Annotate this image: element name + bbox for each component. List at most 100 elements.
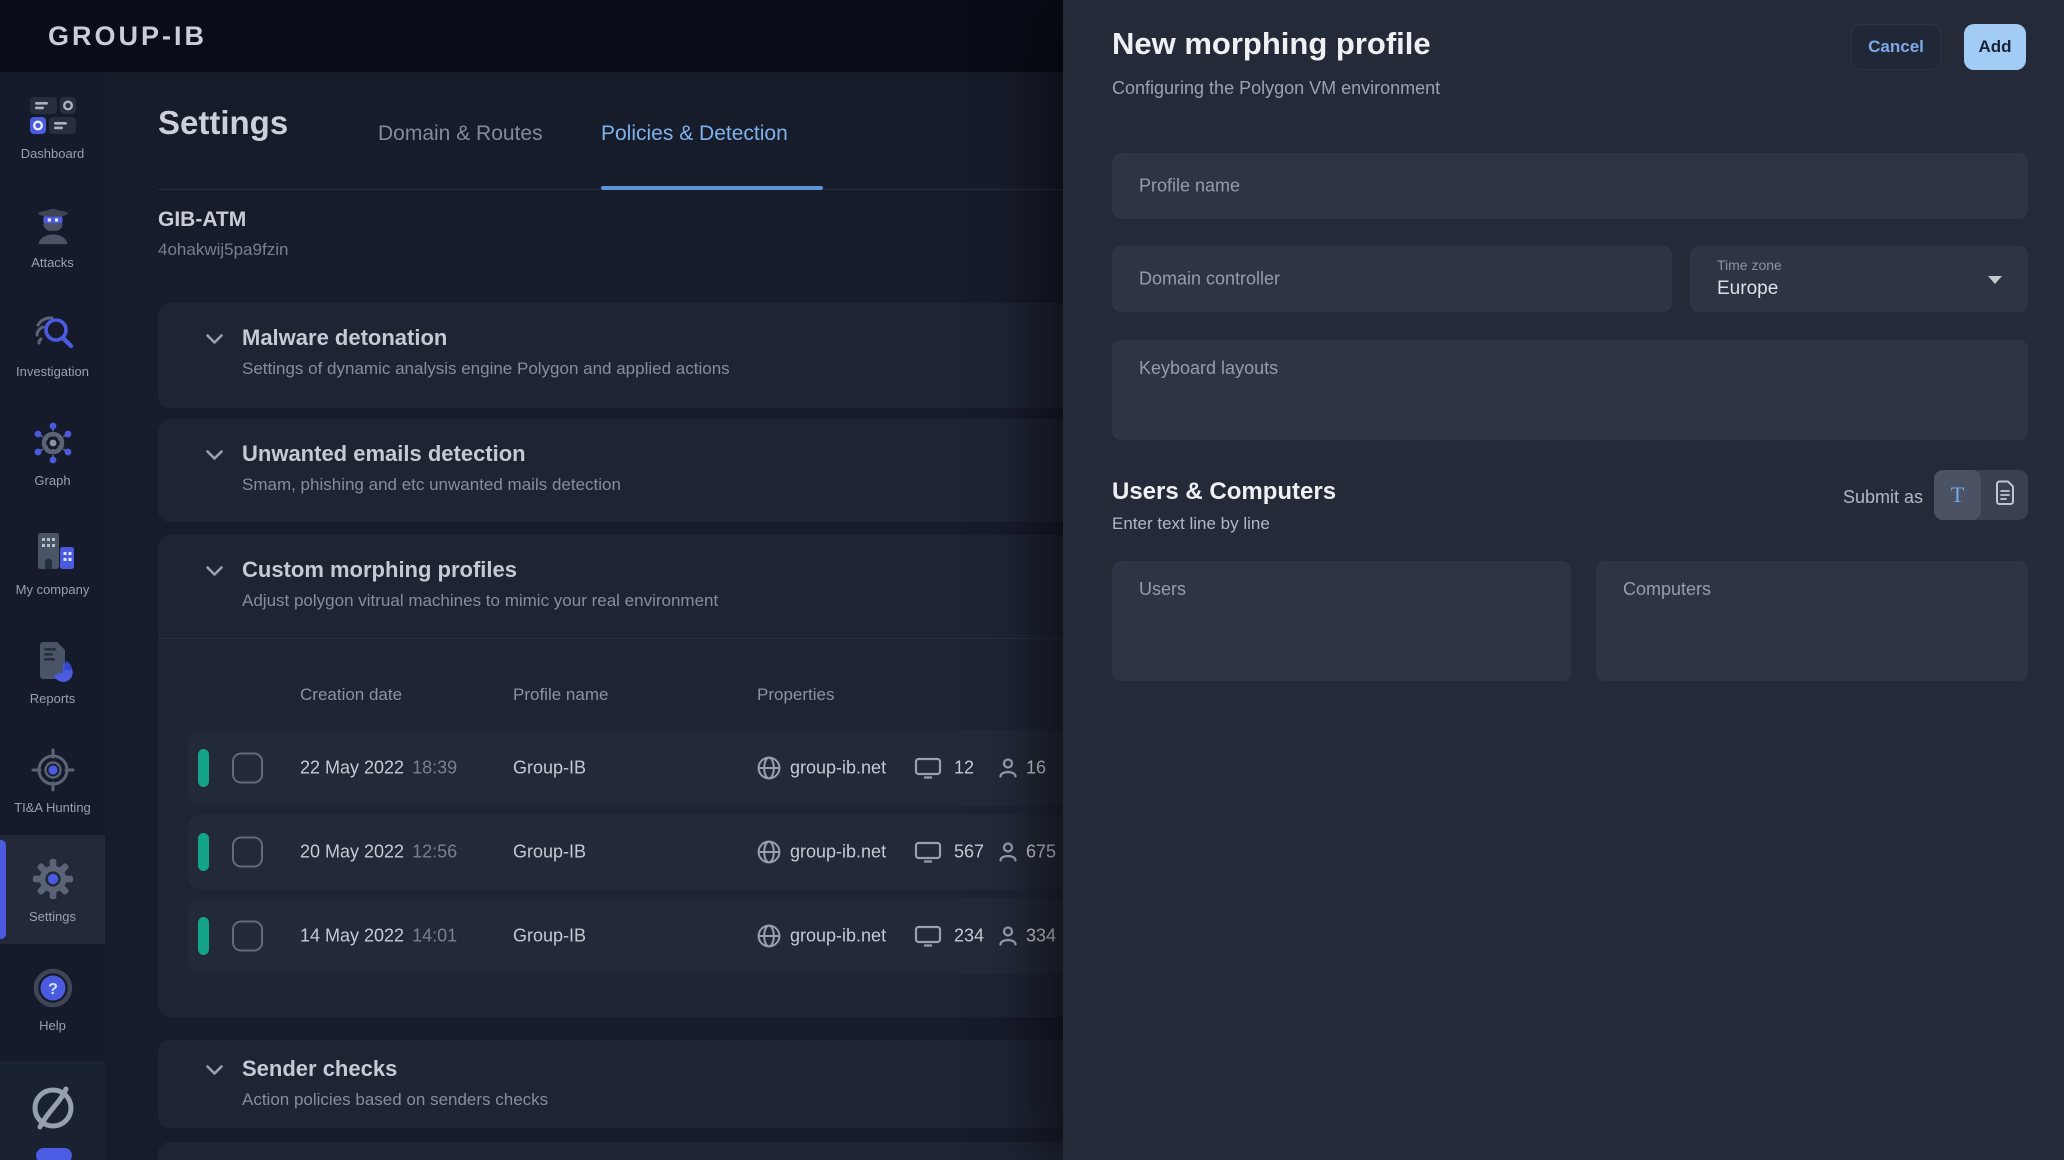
- timezone-select[interactable]: Time zone Europe: [1690, 246, 2028, 312]
- creation-time: 14:01: [412, 926, 457, 946]
- column-header-properties: Properties: [757, 685, 834, 705]
- group-ib-emblem-icon: [27, 1082, 79, 1139]
- sidebar-item-dashboard[interactable]: Dashboard: [0, 72, 105, 181]
- domain-controller-input[interactable]: Domain controller: [1112, 246, 1672, 312]
- creation-time: 12:56: [412, 842, 457, 862]
- sidebar-item-label: Attacks: [31, 255, 74, 270]
- tab-domain-routes[interactable]: Domain & Routes: [378, 122, 543, 146]
- status-indicator: [198, 833, 209, 871]
- text-mode-icon: T: [1951, 482, 1964, 508]
- sidebar-item-investigation[interactable]: Investigation: [0, 290, 105, 399]
- dashboard-icon: [30, 93, 76, 139]
- creation-date: 22 May 2022: [300, 758, 404, 778]
- submit-as-file-option[interactable]: [1981, 470, 2028, 520]
- users-count: 16: [1026, 758, 1046, 779]
- panel-title: New morphing profile: [1112, 26, 1431, 62]
- users-count: 334: [1026, 926, 1056, 947]
- instance-id: 4ohakwij5pa9fzin: [158, 240, 288, 260]
- chevron-down-icon[interactable]: [205, 333, 224, 351]
- submit-as-label: Submit as: [1753, 487, 1923, 508]
- users-textarea[interactable]: Users: [1112, 561, 1571, 681]
- status-indicator: [198, 917, 209, 955]
- investigation-icon: [30, 311, 76, 357]
- profile-name-input[interactable]: Profile name: [1112, 153, 2028, 219]
- input-placeholder: Computers: [1623, 579, 1711, 600]
- sidebar-item-my-company[interactable]: My company: [0, 508, 105, 617]
- partial-sidebar-item[interactable]: [36, 1148, 72, 1160]
- sidebar-item-help[interactable]: ? Help: [0, 944, 105, 1053]
- input-placeholder: Profile name: [1139, 176, 1240, 197]
- sidebar-item-reports[interactable]: Reports: [0, 617, 105, 726]
- page-title: Settings: [158, 104, 288, 142]
- section-subtitle: Adjust polygon vitrual machines to mimic…: [242, 591, 718, 611]
- new-morphing-profile-panel: New morphing profile Configuring the Pol…: [1063, 0, 2064, 1160]
- instance-name: GIB-ATM: [158, 208, 246, 232]
- sidebar-item-label: Dashboard: [21, 146, 85, 161]
- spy-icon: [30, 202, 76, 248]
- input-placeholder: Domain controller: [1139, 269, 1280, 290]
- help-icon: ?: [30, 965, 76, 1011]
- target-icon: [30, 747, 76, 793]
- sidebar-item-label: Investigation: [16, 364, 89, 379]
- tab-policies-detection[interactable]: Policies & Detection: [601, 122, 788, 146]
- chevron-down-icon[interactable]: [205, 1064, 224, 1082]
- users-icon: [996, 756, 1020, 780]
- gear-icon: [30, 856, 76, 902]
- globe-icon: [756, 839, 782, 865]
- section-title: Sender checks: [242, 1056, 397, 1082]
- profile-name: Group-IB: [513, 758, 586, 779]
- section-subtitle: Settings of dynamic analysis engine Poly…: [242, 359, 730, 379]
- company-buildings-icon: [30, 529, 76, 575]
- row-checkbox[interactable]: [232, 753, 263, 784]
- row-checkbox[interactable]: [232, 837, 263, 868]
- sidebar-item-graph[interactable]: Graph: [0, 399, 105, 508]
- computers-icon: [914, 924, 942, 948]
- sidebar: Dashboard Attacks: [0, 72, 105, 1160]
- sidebar-item-label: Settings: [29, 909, 76, 924]
- app-window: GROUP-IB Dashboard: [0, 0, 2064, 1160]
- input-placeholder: Users: [1139, 579, 1186, 600]
- sidebar-item-tia-hunting[interactable]: TI&A Hunting: [0, 726, 105, 835]
- sidebar-item-attacks[interactable]: Attacks: [0, 181, 105, 290]
- submit-as-toggle: T: [1934, 470, 2028, 520]
- sidebar-item-settings[interactable]: Settings: [0, 835, 105, 944]
- active-indicator: [0, 840, 6, 939]
- globe-icon: [756, 755, 782, 781]
- add-button[interactable]: Add: [1964, 24, 2026, 70]
- reports-icon: [30, 638, 76, 684]
- creation-date: 20 May 2022: [300, 842, 404, 862]
- submit-as-text-option[interactable]: T: [1934, 470, 1981, 520]
- group-ib-logo: GROUP-IB: [48, 0, 207, 72]
- computers-count: 12: [954, 758, 974, 779]
- globe-icon: [756, 923, 782, 949]
- sidebar-footer: [0, 1061, 105, 1160]
- file-icon: [1995, 480, 2015, 511]
- computers-textarea[interactable]: Computers: [1596, 561, 2028, 681]
- row-checkbox[interactable]: [232, 921, 263, 952]
- domain-value: group-ib.net: [790, 758, 886, 779]
- users-computers-heading: Users & Computers: [1112, 478, 1336, 506]
- sidebar-item-label: TI&A Hunting: [14, 800, 91, 815]
- sidebar-item-label: Help: [39, 1018, 66, 1033]
- sidebar-item-label: Graph: [34, 473, 70, 488]
- chevron-down-icon: [1988, 276, 2002, 284]
- column-header-profile-name: Profile name: [513, 685, 608, 705]
- chevron-down-icon[interactable]: [205, 565, 224, 583]
- active-tab-underline: [601, 186, 823, 190]
- chevron-down-icon[interactable]: [205, 449, 224, 467]
- creation-time: 18:39: [412, 758, 457, 778]
- input-placeholder: Keyboard layouts: [1139, 358, 1278, 379]
- users-icon: [996, 924, 1020, 948]
- keyboard-layouts-input[interactable]: Keyboard layouts: [1112, 340, 2028, 440]
- sidebar-item-label: My company: [16, 582, 90, 597]
- users-computers-subtitle: Enter text line by line: [1112, 514, 1270, 534]
- users-icon: [996, 840, 1020, 864]
- section-title: Malware detonation: [242, 325, 447, 351]
- profile-name: Group-IB: [513, 926, 586, 947]
- domain-value: group-ib.net: [790, 842, 886, 863]
- sidebar-item-label: Reports: [30, 691, 76, 706]
- computers-count: 567: [954, 842, 984, 863]
- svg-text:?: ?: [48, 981, 58, 998]
- cancel-button[interactable]: Cancel: [1851, 24, 1941, 70]
- computers-count: 234: [954, 926, 984, 947]
